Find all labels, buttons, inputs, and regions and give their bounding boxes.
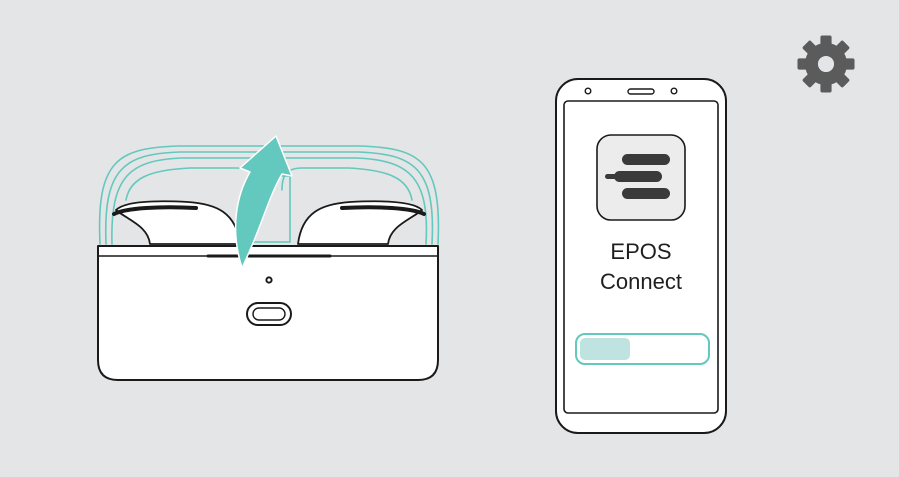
epos-logo-icon[interactable] (596, 134, 686, 221)
app-name-line-2: Connect (600, 269, 682, 294)
case-body (97, 245, 439, 381)
progress-bar (575, 333, 710, 365)
charging-case (97, 135, 440, 381)
app-name-line-1: EPOS (610, 239, 672, 264)
progress-fill (580, 338, 630, 360)
gear-icon[interactable] (795, 33, 857, 95)
scene-illustration (97, 78, 727, 434)
illustration-stage: EPOS Connect (0, 0, 899, 477)
earbuds (112, 200, 426, 245)
